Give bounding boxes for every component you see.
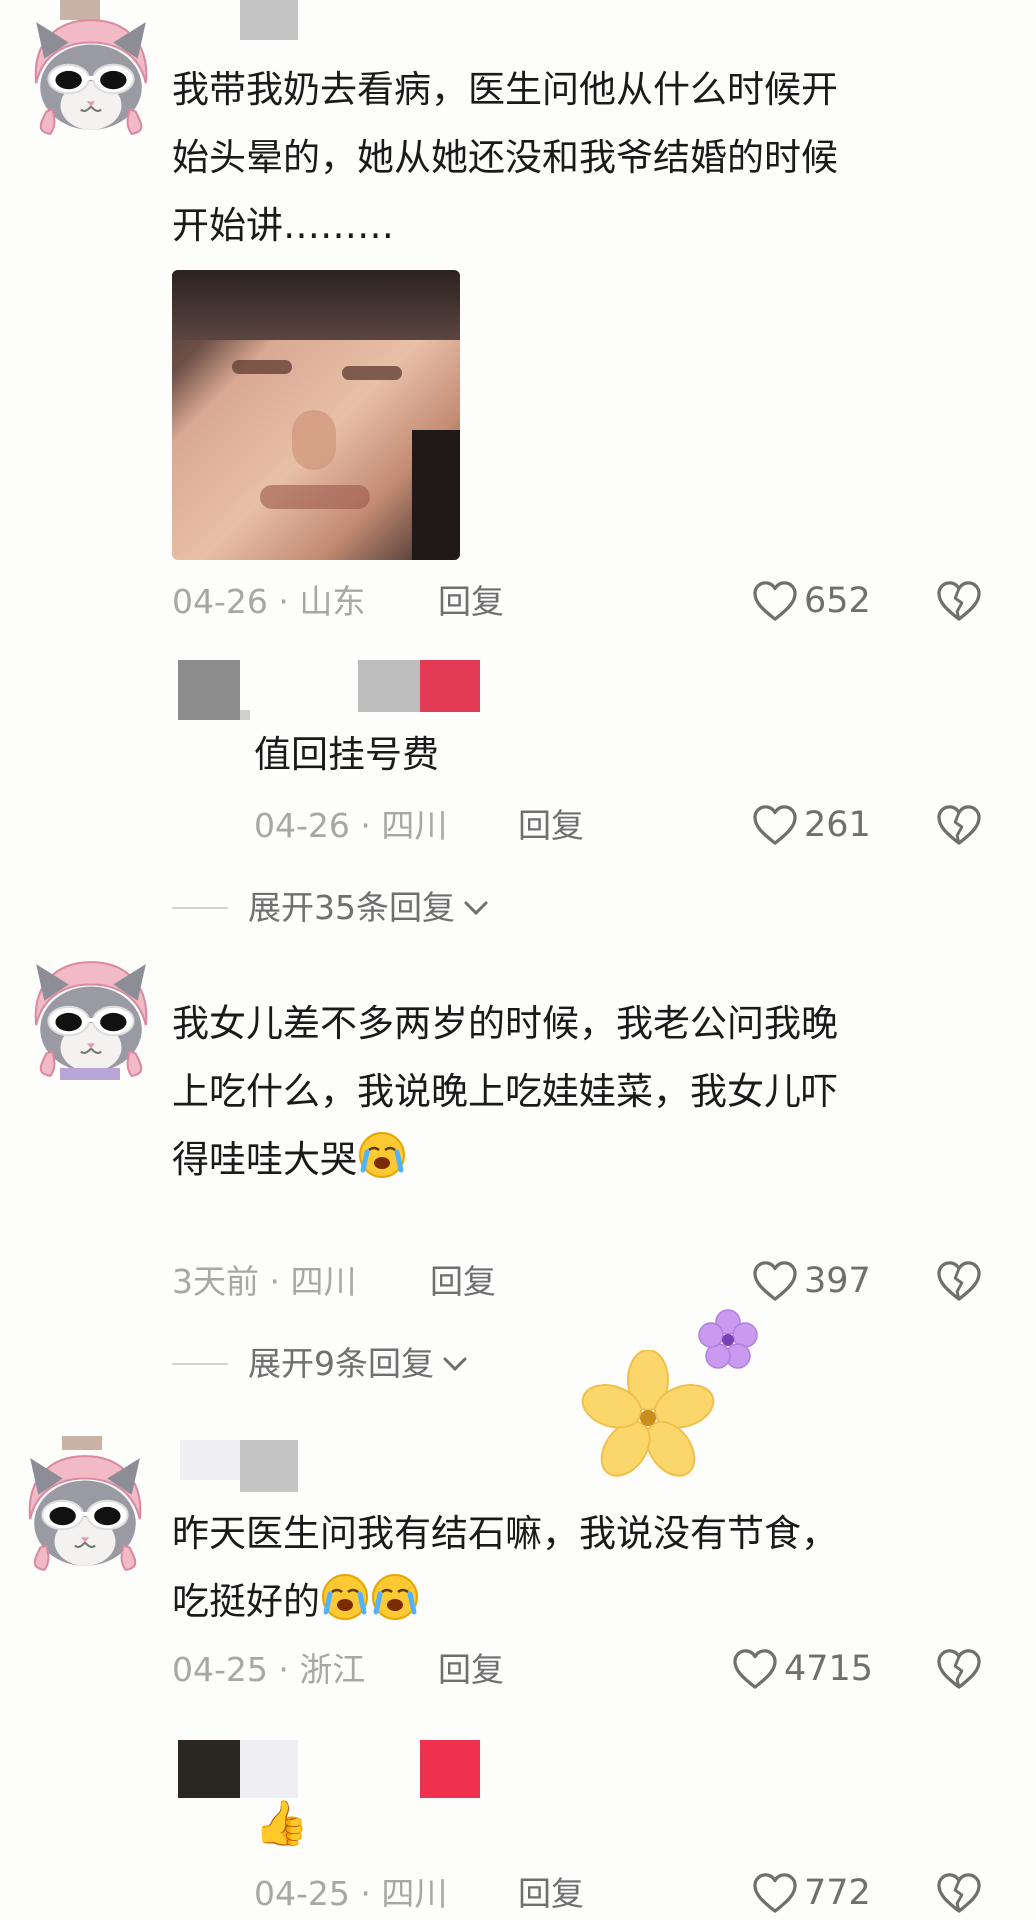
like-count: 652	[804, 581, 871, 621]
expand-replies-button[interactable]: 展开9条回复	[172, 1344, 470, 1384]
avatar[interactable]	[26, 954, 156, 1084]
username-redaction	[240, 1740, 298, 1798]
heart-outline-icon	[752, 1260, 798, 1302]
redaction-fragment	[60, 1068, 120, 1080]
comment-date-location: 04-26 · 山东	[172, 582, 366, 621]
chevron-down-icon	[464, 901, 488, 916]
like-button[interactable]: 652	[752, 580, 871, 622]
like-button[interactable]: 4715	[732, 1648, 873, 1690]
comment-date-location: 04-25 · 浙江	[172, 1650, 366, 1689]
thumbs-up-emoji-icon: 👍	[254, 1798, 309, 1849]
username-redaction	[358, 660, 420, 712]
like-count: 4715	[784, 1649, 874, 1689]
comment-image[interactable]	[172, 270, 460, 560]
crying-emoji-icon	[357, 1130, 407, 1180]
broken-heart-icon[interactable]	[936, 580, 982, 622]
avatar[interactable]	[20, 1448, 150, 1578]
like-button[interactable]: 397	[752, 1260, 871, 1302]
heart-outline-icon	[752, 804, 798, 846]
broken-heart-icon[interactable]	[936, 1648, 982, 1690]
chevron-down-icon	[443, 1357, 467, 1372]
divider	[172, 1363, 228, 1365]
comment-text: 我女儿差不多两岁的时候，我老公问我晚 上吃什么，我说晚上吃娃娃菜，我女儿吓 得哇…	[172, 1002, 838, 1181]
redaction-fragment	[240, 710, 250, 720]
username-redaction	[240, 0, 298, 40]
comment-date-location: 3天前 · 四川	[172, 1262, 357, 1301]
divider	[172, 907, 228, 909]
comment-text: 昨天医生问我有结石嘛，我说没有节食， 吃挺好的	[172, 1512, 838, 1623]
crying-emoji-icon	[320, 1572, 370, 1622]
purple-flower-sticker	[698, 1309, 758, 1369]
reply-avatar-redaction	[178, 660, 240, 720]
reply-date-location: 04-26 · 四川	[254, 806, 448, 845]
like-count: 397	[804, 1261, 871, 1301]
broken-heart-icon[interactable]	[936, 804, 982, 846]
crying-emoji-icon	[370, 1572, 420, 1622]
like-count: 772	[804, 1873, 871, 1913]
like-count: 261	[804, 805, 871, 845]
reply-button[interactable]: 回复	[438, 1650, 504, 1690]
expand-replies-button[interactable]: 展开35条回复	[172, 888, 491, 928]
expand-label: 展开35条回复	[248, 888, 455, 927]
author-badge-redaction	[420, 1740, 480, 1798]
author-badge-redaction	[420, 660, 480, 712]
reply-button[interactable]: 回复	[518, 806, 584, 846]
reply-button[interactable]: 回复	[438, 582, 504, 622]
broken-heart-icon[interactable]	[936, 1260, 982, 1302]
like-button[interactable]: 772	[752, 1872, 871, 1914]
heart-outline-icon	[732, 1648, 778, 1690]
reply-text: 值回挂号费	[254, 733, 439, 776]
heart-outline-icon	[752, 1872, 798, 1914]
username-redaction	[180, 1440, 240, 1480]
username-redaction	[240, 1440, 298, 1492]
avatar[interactable]	[26, 12, 156, 142]
reply-date-location: 04-25 · 四川	[254, 1874, 448, 1913]
broken-heart-icon[interactable]	[936, 1872, 982, 1914]
heart-outline-icon	[752, 580, 798, 622]
comment-text: 我带我奶去看病，医生问他从什么时候开 始头晕的，她从她还没和我爷结婚的时候 开始…	[172, 68, 838, 247]
expand-label: 展开9条回复	[248, 1344, 434, 1383]
reply-button[interactable]: 回复	[430, 1262, 496, 1302]
like-button[interactable]: 261	[752, 804, 871, 846]
reply-avatar-redaction	[178, 1740, 240, 1798]
reply-button[interactable]: 回复	[518, 1874, 584, 1914]
